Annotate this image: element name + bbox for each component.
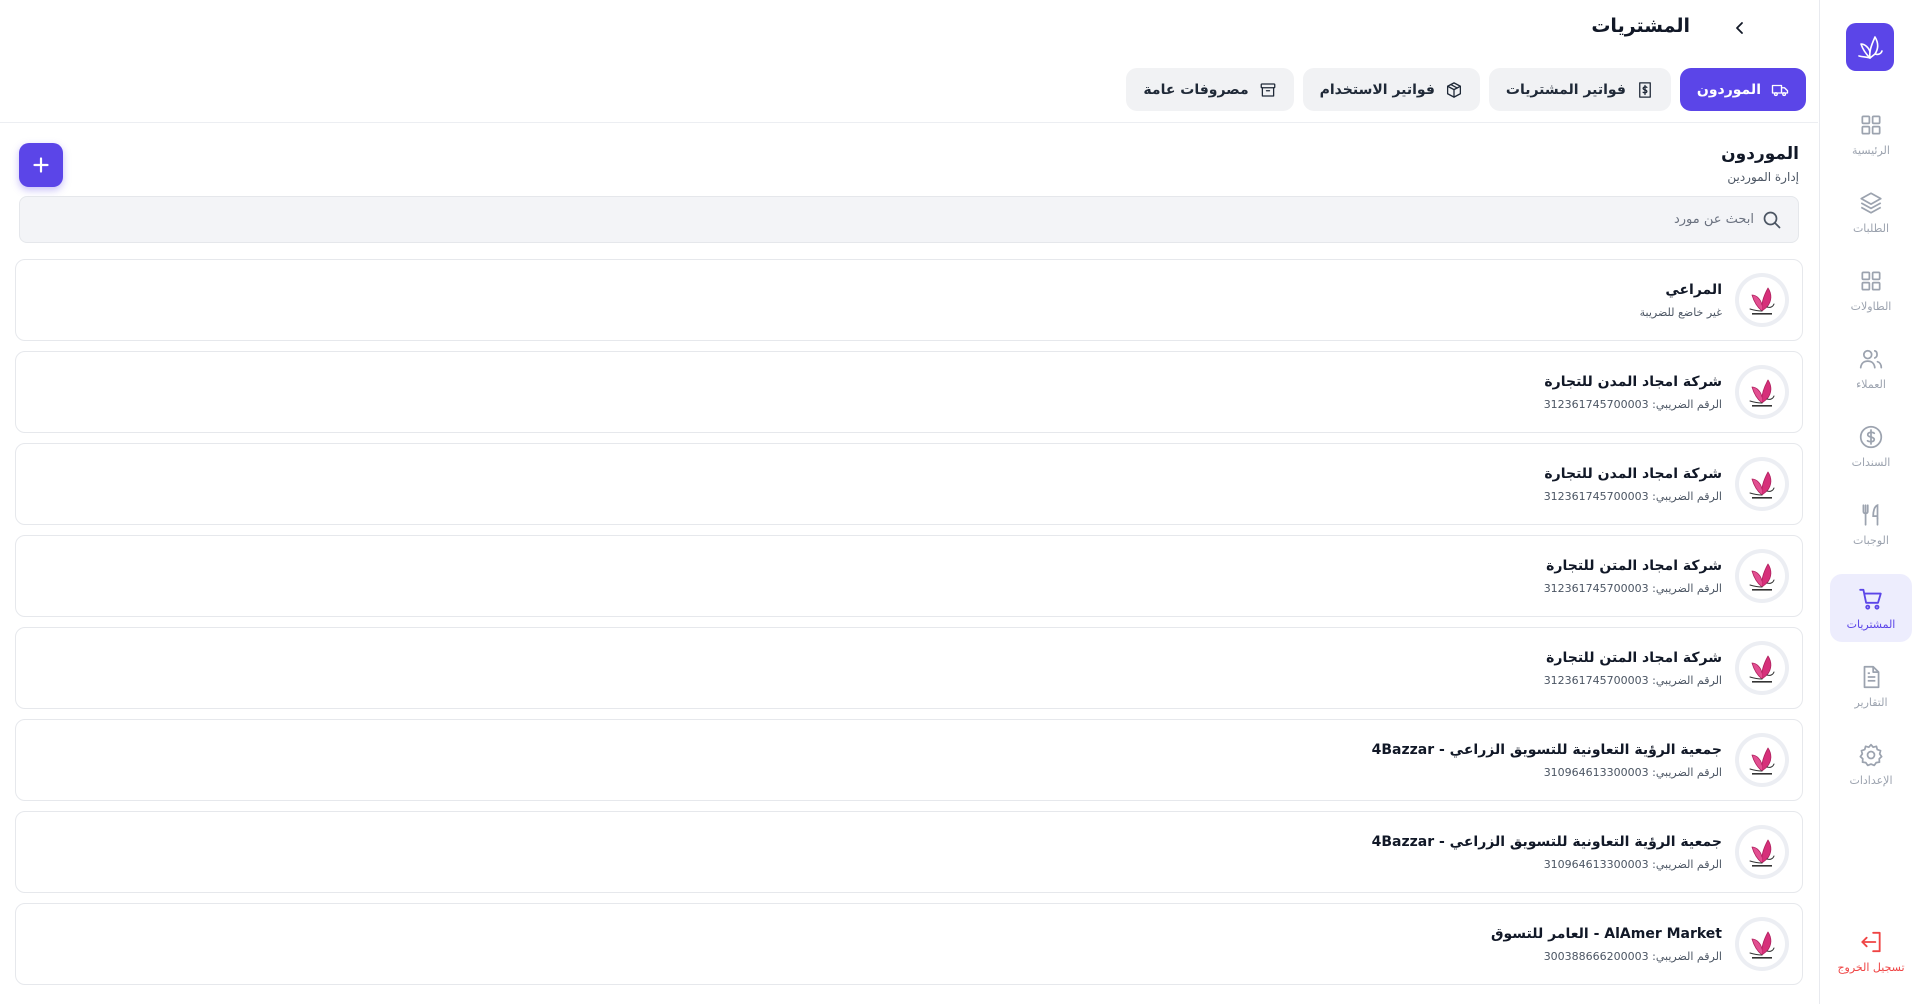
supplier-avatar bbox=[1735, 641, 1789, 695]
page-title: المشتريات bbox=[1591, 15, 1690, 37]
grid-icon bbox=[1861, 114, 1881, 135]
supplier-tax-info: الرقم الضريبي: 300388666200003 bbox=[1543, 950, 1722, 963]
supplier-logo-icon bbox=[1749, 287, 1775, 315]
supplier-row[interactable]: العامر للتسوق - AlAmer Market الرقم الضر… bbox=[15, 903, 1803, 985]
supplier-name: المراعي bbox=[1665, 282, 1722, 298]
sidebar-item-reports[interactable]: التقارير bbox=[1830, 652, 1912, 720]
supplier-avatar bbox=[1735, 917, 1789, 971]
supplier-tax-info: غير خاضع للضريبة bbox=[1639, 306, 1722, 319]
supplier-tax-info: الرقم الضريبي: 310964613300003 bbox=[1543, 858, 1722, 871]
supplier-tax-info: الرقم الضريبي: 312361745700003 bbox=[1543, 674, 1722, 687]
sidebar-item-label: الطاولات bbox=[1850, 299, 1892, 313]
cart-icon bbox=[1859, 588, 1882, 610]
search-icon bbox=[1763, 211, 1781, 229]
truck-icon bbox=[1771, 84, 1789, 96]
sidebar-item-label: السندات bbox=[1851, 455, 1891, 469]
supplier-logo-icon bbox=[1749, 471, 1775, 499]
supplier-name: 4Bazzar - جمعية الرؤية التعاونية للتسويق… bbox=[1371, 742, 1722, 758]
supplier-avatar bbox=[1735, 273, 1789, 327]
supplier-tax-info: الرقم الضريبي: 312361745700003 bbox=[1543, 582, 1722, 595]
plus-icon bbox=[33, 157, 49, 173]
receipt-icon bbox=[1638, 81, 1651, 98]
sidebar-item-orders[interactable]: الطلبات bbox=[1830, 178, 1912, 246]
sidebar-item-tables[interactable]: الطاولات bbox=[1830, 256, 1912, 324]
utensils-icon bbox=[1862, 503, 1879, 526]
supplier-tax-info: الرقم الضريبي: 312361745700003 bbox=[1543, 490, 1722, 503]
supplier-name: شركة امجاد المدن للتجارة bbox=[1544, 466, 1722, 482]
tables-icon bbox=[1861, 270, 1881, 291]
sidebar-item-label: التقارير bbox=[1854, 695, 1888, 709]
settings-icon bbox=[1859, 743, 1883, 766]
sidebar-item-label: المشتريات bbox=[1846, 617, 1896, 631]
sidebar-item-settings[interactable]: الإعدادات bbox=[1830, 730, 1912, 798]
tab-purchase-invoices[interactable]: فواتير المشتريات bbox=[1488, 68, 1671, 111]
sidebar-item-vouchers[interactable]: السندات bbox=[1830, 412, 1912, 480]
supplier-logo-icon bbox=[1749, 655, 1775, 683]
tab-suppliers[interactable]: الموردون bbox=[1679, 68, 1806, 111]
dollar-icon bbox=[1859, 425, 1883, 448]
file-text-icon bbox=[1863, 665, 1880, 688]
sidebar-item-home[interactable]: الرئيسية bbox=[1830, 100, 1912, 168]
supplier-row[interactable]: شركة امجاد المدن للتجارة الرقم الضريبي: … bbox=[15, 443, 1803, 525]
package-icon bbox=[1446, 81, 1461, 98]
supplier-row[interactable]: 4Bazzar - جمعية الرؤية التعاونية للتسويق… bbox=[15, 811, 1803, 893]
search-bar bbox=[19, 196, 1799, 243]
supplier-avatar bbox=[1735, 365, 1789, 419]
supplier-avatar bbox=[1735, 549, 1789, 603]
page-header: المشتريات الموردون فواتير المشتريات فوات… bbox=[0, 0, 1818, 123]
tab-usage-invoices[interactable]: فواتير الاستخدام bbox=[1302, 68, 1480, 111]
supplier-logo-icon bbox=[1749, 839, 1775, 867]
supplier-row[interactable]: شركة امجاد المدن للتجارة الرقم الضريبي: … bbox=[15, 351, 1803, 433]
supplier-name: شركة امجاد المتن للتجارة bbox=[1546, 650, 1722, 666]
supplier-logo-icon bbox=[1749, 931, 1775, 959]
sidebar-item-purchases[interactable]: المشتريات bbox=[1830, 574, 1912, 642]
section-title: الموردون bbox=[1721, 144, 1799, 164]
sidebar-item-label: العملاء bbox=[1856, 377, 1886, 391]
supplier-avatar bbox=[1735, 457, 1789, 511]
supplier-avatar bbox=[1735, 825, 1789, 879]
supplier-row[interactable]: 4Bazzar - جمعية الرؤية التعاونية للتسويق… bbox=[15, 719, 1803, 801]
logout-icon bbox=[1861, 931, 1881, 952]
sidebar-item-label: الوجبات bbox=[1853, 533, 1889, 547]
app-logo[interactable] bbox=[1846, 23, 1894, 71]
sidebar-item-label: الرئيسية bbox=[1852, 143, 1890, 157]
tab-label: فواتير المشتريات bbox=[1505, 81, 1626, 98]
sidebar-item-customers[interactable]: العملاء bbox=[1830, 334, 1912, 402]
chevron-left-icon bbox=[1736, 22, 1743, 34]
supplier-logo-icon bbox=[1749, 379, 1775, 407]
tab-general-expenses[interactable]: مصروفات عامة bbox=[1126, 68, 1294, 111]
supplier-logo-icon bbox=[1749, 563, 1775, 591]
supplier-tax-info: الرقم الضريبي: 312361745700003 bbox=[1543, 398, 1722, 411]
section-subtitle: إدارة الموردين bbox=[1727, 170, 1799, 184]
back-button[interactable] bbox=[1728, 16, 1752, 40]
supplier-name: شركة امجاد المدن للتجارة bbox=[1544, 374, 1722, 390]
supplier-row[interactable]: المراعي غير خاضع للضريبة bbox=[15, 259, 1803, 341]
archive-icon bbox=[1260, 82, 1276, 97]
butterfly-logo-icon bbox=[1858, 36, 1883, 59]
supplier-row[interactable]: شركة امجاد المتن للتجارة الرقم الضريبي: … bbox=[15, 627, 1803, 709]
supplier-name: 4Bazzar - جمعية الرؤية التعاونية للتسويق… bbox=[1371, 834, 1722, 850]
supplier-name: شركة امجاد المتن للتجارة bbox=[1546, 558, 1722, 574]
sidebar: الرئيسية الطلبات الطاولات العملاء السندا… bbox=[1819, 0, 1915, 1004]
tab-label: فواتير الاستخدام bbox=[1319, 81, 1435, 98]
supplier-logo-icon bbox=[1749, 747, 1775, 775]
sidebar-item-meals[interactable]: الوجبات bbox=[1830, 490, 1912, 558]
supplier-row[interactable]: شركة امجاد المتن للتجارة الرقم الضريبي: … bbox=[15, 535, 1803, 617]
logout-label: تسجيل الخروج bbox=[1837, 960, 1905, 974]
supplier-name: العامر للتسوق - AlAmer Market bbox=[1491, 926, 1722, 942]
purchases-tabs: الموردون فواتير المشتريات فواتير الاستخد… bbox=[1126, 68, 1806, 111]
supplier-avatar bbox=[1735, 733, 1789, 787]
search-input[interactable] bbox=[54, 197, 1754, 242]
add-supplier-button[interactable] bbox=[19, 143, 63, 187]
tab-label: الموردون bbox=[1696, 81, 1761, 98]
users-icon bbox=[1859, 349, 1883, 369]
sidebar-item-label: الطلبات bbox=[1852, 221, 1890, 235]
logout-button[interactable]: تسجيل الخروج bbox=[1830, 920, 1912, 982]
sidebar-item-label: الإعدادات bbox=[1849, 773, 1893, 787]
supplier-list: المراعي غير خاضع للضريبة شركة امجاد المد… bbox=[15, 259, 1803, 995]
tab-label: مصروفات عامة bbox=[1143, 81, 1249, 98]
layers-icon bbox=[1860, 191, 1882, 214]
supplier-tax-info: الرقم الضريبي: 310964613300003 bbox=[1543, 766, 1722, 779]
